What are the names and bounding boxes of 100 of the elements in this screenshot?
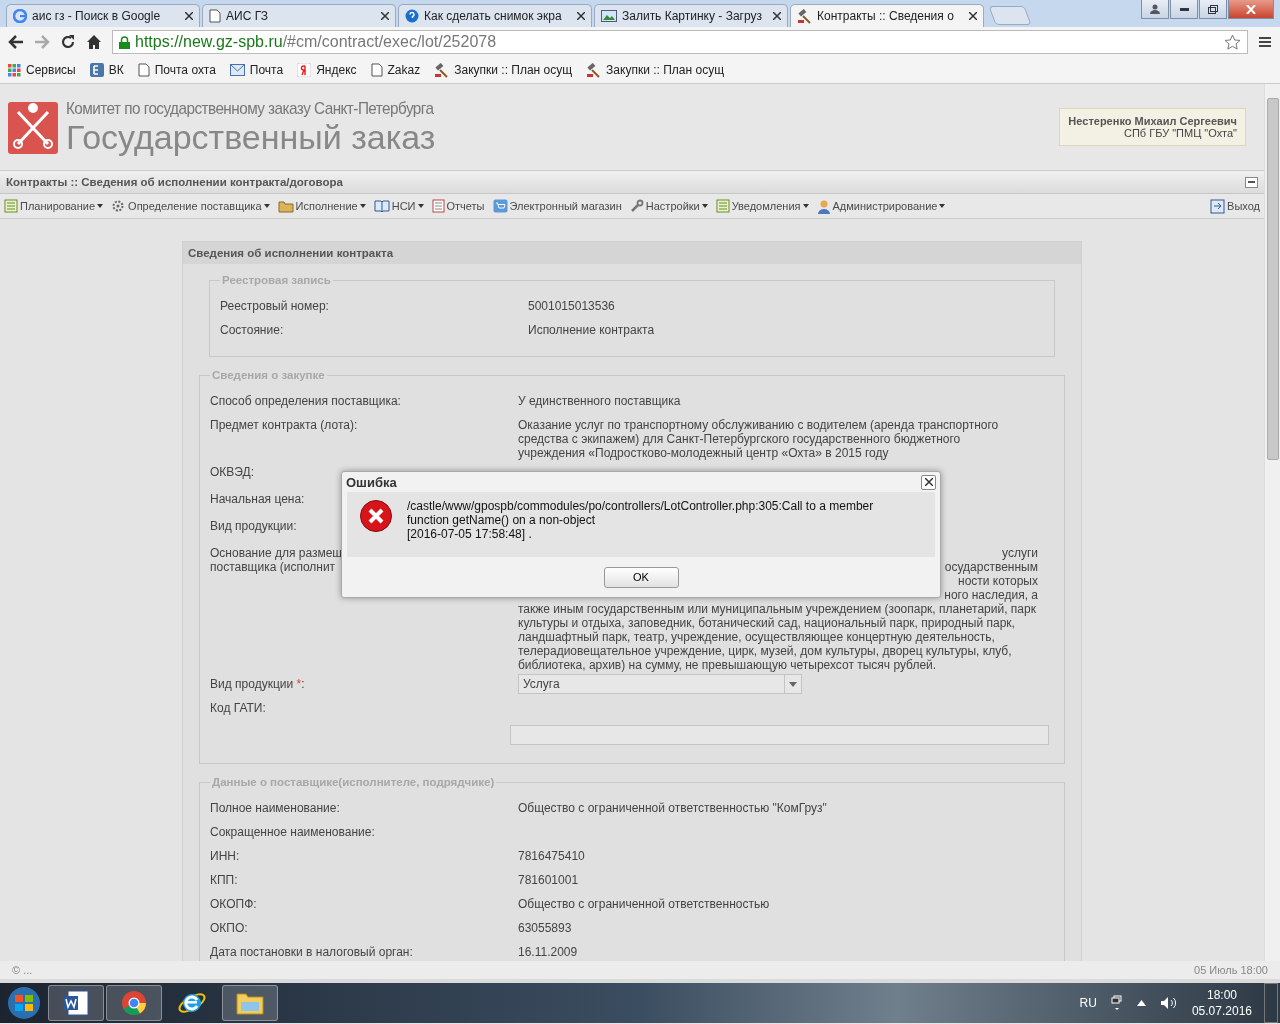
menu-item[interactable]: Планирование <box>4 199 104 213</box>
profile-button[interactable] <box>1141 0 1169 19</box>
page-title: Контракты :: Сведения об исполнении контракта/договора <box>6 176 344 188</box>
clock-time[interactable]: 18:00 <box>1206 987 1237 1003</box>
bookmark-link[interactable]: Яндекс <box>297 63 357 77</box>
menu-item[interactable]: НСИ <box>373 199 424 213</box>
field-label: ОКПО: <box>210 920 248 935</box>
document-icon <box>431 199 445 213</box>
bookmark-link[interactable]: ВК <box>89 63 124 77</box>
bookmark-link[interactable]: Zakaz <box>370 63 421 77</box>
home-icon[interactable] <box>86 34 102 50</box>
address-bar[interactable]: https://new.gz-spb.ru/#cm/contract/exec/lot/252078 <box>112 30 1248 54</box>
scrollbar[interactable] <box>1264 84 1280 961</box>
page-icon <box>137 63 150 77</box>
field-label: поставщика (исполнит <box>210 560 336 574</box>
browser-tab[interactable]: аис гз - Поиск в Google <box>6 4 200 27</box>
bookmark-link[interactable]: Почта охта <box>137 63 216 77</box>
apps-grid-icon <box>8 63 21 77</box>
close-button[interactable] <box>921 474 936 490</box>
field-label: Способ определения поставщика: <box>210 393 401 408</box>
input-field[interactable] <box>510 725 1049 745</box>
close-icon <box>1246 4 1256 14</box>
field-value: 781601001 <box>518 872 579 887</box>
error-timestamp: [2016-07-05 17:58:48] . <box>407 527 533 541</box>
bookmark-link[interactable]: Почта <box>229 63 284 77</box>
clock-date[interactable]: 05.07.2016 <box>1191 1003 1252 1019</box>
reload-icon[interactable] <box>60 34 76 50</box>
show-desktop-button[interactable] <box>1264 983 1278 1023</box>
collapse-button[interactable] <box>1245 176 1258 188</box>
ok-button[interactable]: OK <box>603 566 679 588</box>
scrollbar-thumb[interactable] <box>1266 98 1279 460</box>
logout-button[interactable]: Выход <box>1210 198 1260 214</box>
status-date: 05 Июль 18:00 <box>1194 964 1268 976</box>
caret-icon <box>789 681 797 687</box>
close-window-button[interactable] <box>1228 0 1274 19</box>
bookmark-link[interactable]: Сервисы <box>8 63 76 77</box>
cart-icon <box>492 199 508 213</box>
menu-item[interactable]: Определение поставщика <box>111 199 270 213</box>
field-value: Оказание услуг по транспортному обслуживанию с водителем (аренда транспортного средства с экипажем) для Санкт-Петербургского государственного бюджетного учреждения «Подростково-молодежный центр «Охта» в 2015 году <box>518 417 1000 460</box>
image-icon <box>601 10 617 22</box>
language-indicator[interactable]: RU <box>1079 996 1097 1010</box>
bookmark-link[interactable]: Закупки :: План осущ <box>586 62 724 78</box>
menu-item[interactable]: Настройки <box>629 199 708 213</box>
back-arrow-icon[interactable] <box>8 35 24 49</box>
browser-tab[interactable]: АИС ГЗ <box>202 4 396 27</box>
field-label: Начальная цена: <box>210 491 305 506</box>
browser-tab[interactable]: Залить Картинку - Загруз <box>594 4 788 27</box>
menu-item[interactable]: Администрирование <box>816 198 946 214</box>
maximize-button[interactable] <box>1199 0 1227 19</box>
field-value: 5001015013536 <box>528 298 615 313</box>
field-label: Код ГАТИ: <box>210 700 266 715</box>
close-icon[interactable] <box>381 12 389 20</box>
field-value: Общество с ограниченной ответственностью "КомГруз" <box>518 800 827 815</box>
menu-icon[interactable] <box>1258 35 1272 49</box>
star-icon[interactable] <box>1224 34 1241 50</box>
field-value: 63055893 <box>518 920 572 935</box>
up-arrow-icon[interactable] <box>1136 1000 1146 1006</box>
taskbar-button[interactable] <box>48 985 104 1021</box>
close-icon <box>924 478 933 486</box>
folder-icon <box>277 199 294 213</box>
gavel-icon <box>434 62 450 78</box>
chrome-icon[interactable] <box>120 989 148 1017</box>
field-label: Предмет контракта (лота): <box>210 417 358 432</box>
close-icon[interactable] <box>185 12 193 20</box>
user-info-card: Нестеренко Михаил Сергеевич СПб ГБУ "ПМЦ "Охта" <box>1059 108 1246 146</box>
error-icon <box>359 499 393 533</box>
field-value: 16.11.2009 <box>518 944 578 959</box>
gavel-icon <box>797 8 812 24</box>
restore-icon <box>1208 4 1218 14</box>
menu-item[interactable]: Уведомления <box>715 199 809 213</box>
page-icon <box>209 9 221 23</box>
folder-icon[interactable] <box>235 990 265 1016</box>
browser-tab[interactable]: Как сделать снимок экра <box>398 4 592 27</box>
menu-item[interactable]: Электронный магазин <box>492 199 622 213</box>
close-icon[interactable] <box>577 12 585 20</box>
field-value: У единственного поставщика <box>518 393 681 408</box>
field-label: Реестровый номер: <box>220 298 329 313</box>
error-message: /castle/www/gpospb/commodules/po/controllers/LotController.php:305:Call to a member function getName() on a non-object <box>407 499 875 527</box>
close-icon[interactable] <box>773 12 781 20</box>
yandex-logo-icon <box>297 63 312 77</box>
field-value: осударственным <box>944 560 1038 574</box>
field-value: Общество с ограниченной ответственностью <box>518 896 770 911</box>
page-icon <box>370 63 383 77</box>
menu-item[interactable]: Отчеты <box>431 199 485 213</box>
field-value: ности которых <box>958 574 1038 588</box>
document-w-icon[interactable] <box>62 989 90 1017</box>
bookmark-link[interactable]: Закупки :: План осущ <box>434 62 573 78</box>
field-label: Дата постановки в налоговый орган: <box>210 944 413 959</box>
field-value: услуги <box>1002 546 1038 560</box>
network-icon[interactable] <box>1110 995 1123 1011</box>
committee-name: Комитет по государственному заказу Санкт-Петербурга <box>66 99 435 119</box>
product-type-dropdown[interactable]: Услуга <box>518 674 802 694</box>
close-icon[interactable] <box>969 12 977 20</box>
field-label: Вид продукции: <box>210 518 297 533</box>
menu-item[interactable]: Исполнение <box>277 199 366 213</box>
site-title: Государственный заказ <box>66 119 437 155</box>
caret-icon <box>802 204 809 208</box>
speaker-icon[interactable] <box>1159 996 1178 1010</box>
minimize-button[interactable] <box>1170 0 1198 19</box>
browser-tab[interactable]: Контракты :: Сведения о <box>790 4 984 27</box>
